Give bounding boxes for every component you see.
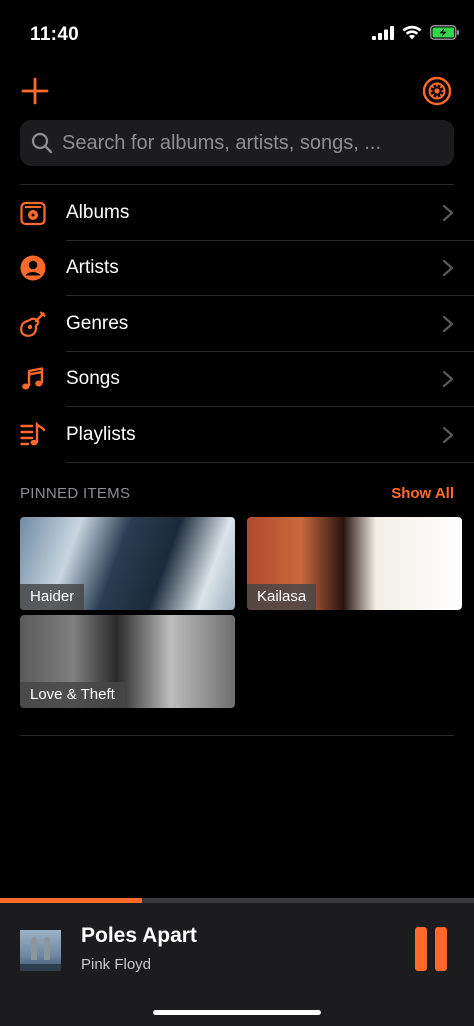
- search-input[interactable]: [62, 131, 442, 155]
- pinned-tile-label: Love & Theft: [20, 682, 125, 708]
- menu-item-artists[interactable]: Artists: [0, 241, 474, 296]
- toolbar: [0, 72, 474, 112]
- now-playing-bar[interactable]: Poles Apart Pink Floyd: [0, 898, 474, 1026]
- chevron-right-icon: [442, 371, 454, 388]
- chevron-right-icon: [442, 260, 454, 277]
- chevron-right-icon: [442, 204, 454, 221]
- music-note-icon: [22, 367, 44, 390]
- library-menu: Albums Artists Genres Songs Playlists: [0, 185, 474, 463]
- menu-label-artists: Artists: [66, 257, 119, 279]
- pinned-tile-label: Kailasa: [247, 584, 317, 610]
- album-art-image: [20, 936, 61, 971]
- search-icon: [31, 132, 53, 154]
- cellular-signal-icon: [372, 25, 394, 40]
- playback-progress-fill: [0, 898, 143, 903]
- guitar-icon: [20, 311, 46, 337]
- menu-item-songs[interactable]: Songs: [0, 352, 474, 407]
- menu-separator: [66, 461, 474, 463]
- status-time: 11:40: [30, 24, 80, 45]
- artist-icon: [20, 255, 46, 281]
- pinned-tile-label: Haider: [20, 584, 85, 610]
- chevron-right-icon: [442, 426, 454, 443]
- status-bar: 11:40: [0, 0, 474, 60]
- menu-item-albums[interactable]: Albums: [0, 185, 474, 241]
- playback-progress-track[interactable]: [0, 898, 474, 903]
- divider: [20, 735, 454, 736]
- menu-label-playlists: Playlists: [66, 423, 136, 445]
- pinned-title: PINNED ITEMS: [20, 485, 131, 502]
- now-playing-artist: Pink Floyd: [81, 956, 152, 973]
- pinned-tile-haider[interactable]: Haider: [20, 517, 235, 610]
- playlist-icon: [20, 421, 46, 446]
- search-bar[interactable]: [20, 120, 454, 166]
- wifi-icon: [402, 25, 422, 40]
- album-art: [20, 930, 61, 971]
- albums-icon: [20, 201, 46, 225]
- menu-label-albums: Albums: [66, 201, 130, 223]
- home-indicator: [153, 1010, 321, 1015]
- status-icons: [372, 25, 460, 40]
- menu-label-genres: Genres: [66, 312, 129, 334]
- pause-icon[interactable]: [414, 926, 448, 972]
- menu-item-genres[interactable]: Genres: [0, 296, 474, 352]
- chevron-right-icon: [442, 315, 454, 332]
- show-all-link[interactable]: Show All: [391, 485, 454, 502]
- pinned-header: PINNED ITEMS Show All: [20, 485, 454, 505]
- pinned-tile-love-and-theft[interactable]: Love & Theft: [20, 615, 235, 708]
- now-playing-title: Poles Apart: [81, 924, 197, 947]
- menu-item-playlists[interactable]: Playlists: [0, 407, 474, 463]
- battery-charging-icon: [430, 25, 459, 40]
- menu-label-songs: Songs: [66, 368, 120, 390]
- add-icon[interactable]: [20, 76, 50, 106]
- settings-icon[interactable]: [420, 74, 454, 108]
- pinned-tile-kailasa[interactable]: Kailasa: [247, 517, 462, 610]
